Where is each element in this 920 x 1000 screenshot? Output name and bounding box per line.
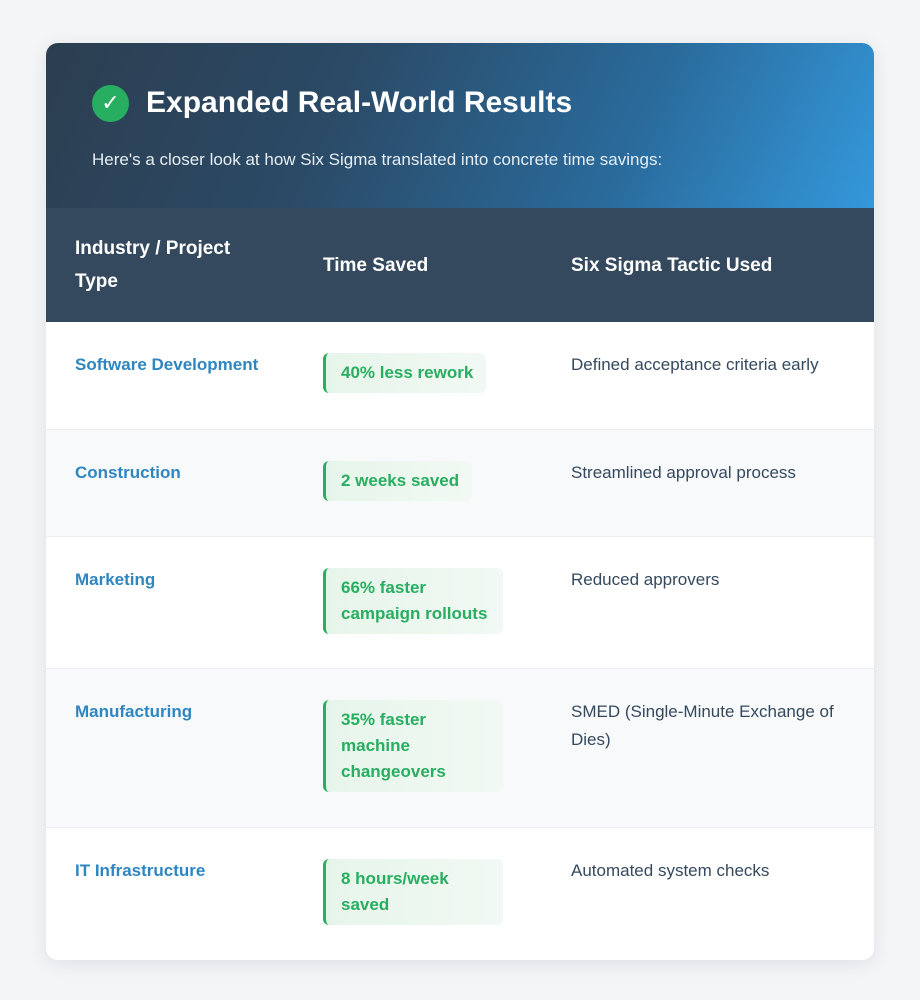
check-circle-icon: ✓	[92, 85, 129, 122]
card-header: ✓ Expanded Real-World Results Here's a c…	[46, 43, 874, 208]
table-row: Manufacturing 35% faster machine changeo…	[46, 668, 874, 827]
time-saved-cell: 8 hours/week saved	[294, 827, 542, 959]
time-saved-badge: 40% less rework	[323, 353, 487, 393]
table-row: Construction 2 weeks saved Streamlined a…	[46, 429, 874, 536]
time-saved-badge: 66% faster campaign rollouts	[323, 567, 503, 634]
time-saved-badge: 2 weeks saved	[323, 460, 473, 501]
results-table: Industry / Project Type Time Saved Six S…	[46, 208, 874, 959]
time-saved-badge: 35% faster machine changeovers	[323, 699, 503, 792]
tactic-cell: Streamlined approval process	[571, 462, 796, 482]
tactic-cell: SMED (Single-Minute Exchange of Dies)	[571, 701, 834, 749]
tactic-cell: Automated system checks	[571, 860, 770, 880]
tactic-cell: Defined acceptance criteria early	[571, 355, 819, 374]
time-saved-cell: 2 weeks saved	[294, 429, 542, 536]
industry-cell: IT Infrastructure	[75, 860, 206, 880]
table-row: Software Development 40% less rework Def…	[46, 322, 874, 429]
table-row: Marketing 66% faster campaign rollouts R…	[46, 536, 874, 668]
column-header-time-saved: Time Saved	[323, 254, 429, 276]
table-header-row: Industry / Project Type Time Saved Six S…	[46, 208, 874, 322]
time-saved-cell: 40% less rework	[294, 322, 542, 429]
time-saved-badge: 8 hours/week saved	[323, 858, 503, 925]
industry-cell: Manufacturing	[75, 701, 193, 721]
results-card: ✓ Expanded Real-World Results Here's a c…	[46, 43, 874, 960]
time-saved-cell: 66% faster campaign rollouts	[294, 536, 542, 668]
table-body: Software Development 40% less rework Def…	[46, 322, 874, 959]
card-subtitle: Here's a closer look at how Six Sigma tr…	[92, 150, 663, 169]
table-row: IT Infrastructure 8 hours/week saved Aut…	[46, 827, 874, 959]
card-title: Expanded Real-World Results	[146, 86, 573, 119]
column-header-tactic: Six Sigma Tactic Used	[571, 254, 773, 276]
tactic-cell: Reduced approvers	[571, 569, 720, 589]
industry-cell: Construction	[75, 462, 181, 482]
time-saved-cell: 35% faster machine changeovers	[294, 668, 542, 827]
industry-cell: Software Development	[75, 355, 259, 374]
industry-cell: Marketing	[75, 569, 156, 589]
table-header: Industry / Project Type Time Saved Six S…	[46, 208, 874, 322]
column-header-industry: Industry / Project Type	[75, 238, 231, 292]
